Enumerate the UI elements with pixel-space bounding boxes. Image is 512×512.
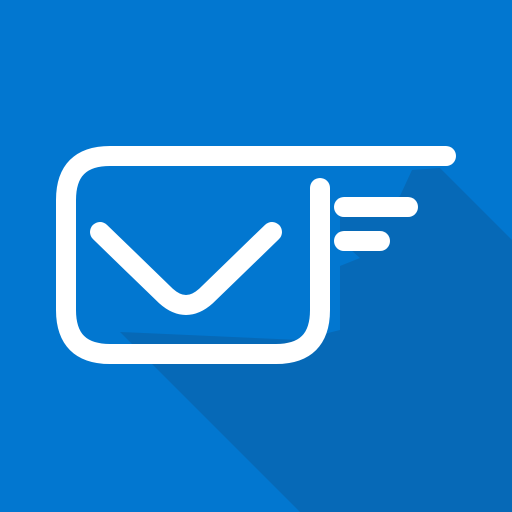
mail-app-icon <box>0 0 512 512</box>
mail-app-icon-graphic <box>0 0 512 512</box>
